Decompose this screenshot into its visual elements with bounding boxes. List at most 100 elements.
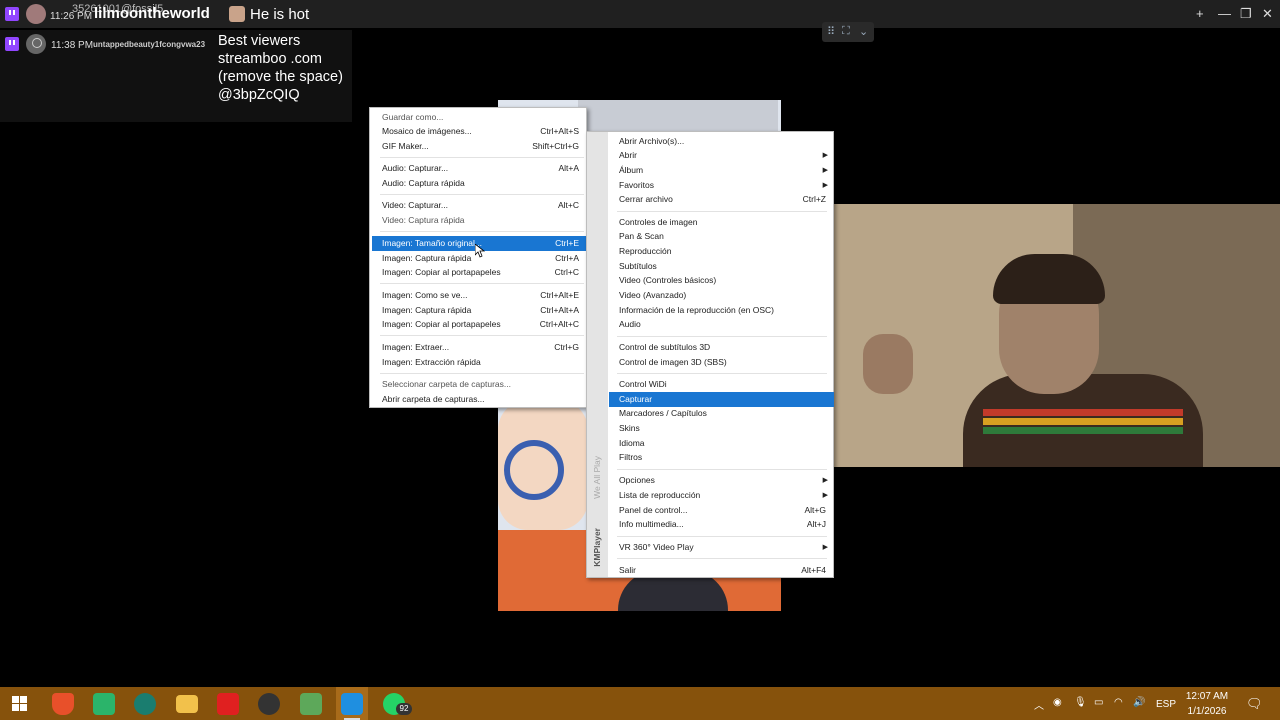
- battery-icon[interactable]: ▭: [1094, 697, 1103, 708]
- menu-item-video-avanzado[interactable]: Video (Avanzado): [609, 288, 834, 303]
- menu-item-imagen-como-se-ve[interactable]: Imagen: Como se ve... Ctrl+Alt+E: [372, 288, 586, 303]
- file-explorer-icon[interactable]: [176, 695, 198, 713]
- menu-item-video-capturar[interactable]: Video: Capturar... Alt+C: [372, 198, 586, 213]
- obs-icon[interactable]: [258, 693, 280, 715]
- menu-separator: [380, 194, 584, 195]
- menu-item-filtros[interactable]: Filtros: [609, 450, 834, 465]
- menu-separator: [380, 157, 584, 158]
- taskbar-clock[interactable]: 12:07 AM 1/1/2026: [1180, 689, 1234, 719]
- grid-icon[interactable]: ⠿: [827, 25, 835, 38]
- menu-item-marcadores[interactable]: Marcadores / Capítulos: [609, 406, 834, 421]
- menu-item-reproduccion[interactable]: Reproducción: [609, 244, 834, 259]
- menu-item-controles-imagen[interactable]: Controles de imagen: [609, 215, 834, 230]
- menu-item-salir[interactable]: Salir Alt+F4: [609, 563, 834, 578]
- close-button[interactable]: ✕: [1262, 6, 1273, 22]
- webcam-shape: [983, 427, 1183, 434]
- menu-item-imagen-extraccion-rapida[interactable]: Imagen: Extracción rápida: [372, 355, 586, 370]
- webcam-shape: [983, 418, 1183, 425]
- kmplayer-logo: KMPlayer We All Play: [588, 456, 608, 592]
- menu-item-abrir[interactable]: Abrir ▶: [609, 148, 834, 163]
- menu-item-subtitulos[interactable]: Subtítulos: [609, 259, 834, 274]
- submenu-arrow-icon: ▶: [822, 182, 828, 189]
- menu-item-imagen-3d[interactable]: Control de imagen 3D (SBS): [609, 355, 834, 370]
- menu-item-seleccionar-carpeta[interactable]: Seleccionar carpeta de capturas...: [372, 377, 586, 392]
- app-icon-red[interactable]: [217, 693, 239, 715]
- menu-item-pan-scan[interactable]: Pan & Scan: [609, 229, 834, 244]
- menu-separator: [380, 283, 584, 284]
- chat-username: lilmoontheworld: [94, 5, 210, 22]
- menu-separator: [380, 231, 584, 232]
- menu-separator: [617, 536, 827, 537]
- twitch-icon: [5, 37, 19, 51]
- submenu-arrow-icon: ▶: [822, 152, 828, 159]
- menu-item-control-widi[interactable]: Control WiDi: [609, 377, 834, 392]
- menu-item-video-basicos[interactable]: Video (Controles básicos): [609, 273, 834, 288]
- menu-item-favoritos[interactable]: Favoritos ▶: [609, 178, 834, 193]
- message-time: 11:26 PM: [50, 11, 93, 22]
- menu-item-subtitulos-3d[interactable]: Control de subtítulos 3D: [609, 340, 834, 355]
- clock-date: 1/1/2026: [1187, 706, 1227, 717]
- menu-item-guardar-como[interactable]: Guardar como...: [372, 110, 586, 125]
- menu-separator: [617, 469, 827, 470]
- menu-item-imagen-captura-rapida-2[interactable]: Imagen: Captura rápida Ctrl+Alt+A: [372, 303, 586, 318]
- menu-item-audio-capturar[interactable]: Audio: Capturar... Alt+A: [372, 161, 586, 176]
- app-icon-teal[interactable]: [134, 693, 156, 715]
- menu-item-opciones[interactable]: Opciones ▶: [609, 473, 834, 488]
- menu-item-capturar[interactable]: Capturar: [609, 392, 834, 407]
- menu-item-audio-rapida[interactable]: Audio: Captura rápida: [372, 176, 586, 191]
- menu-item-gif-maker[interactable]: GIF Maker... Shift+Ctrl+G: [372, 139, 586, 154]
- windows-start-icon[interactable]: [12, 696, 28, 712]
- webcam-feed: [813, 204, 1280, 467]
- brand-text: KMPlayer: [592, 528, 602, 567]
- submenu-arrow-icon: ▶: [822, 492, 828, 499]
- menu-separator: [617, 373, 827, 374]
- kmplayer-taskbar-icon[interactable]: [341, 693, 363, 715]
- menu-item-skins[interactable]: Skins: [609, 421, 834, 436]
- brand-subtext: We All Play: [592, 456, 602, 499]
- menu-item-imagen-copiar[interactable]: Imagen: Copiar al portapapeles Ctrl+C: [372, 265, 586, 280]
- maximize-button[interactable]: ❐: [1240, 6, 1252, 22]
- chevron-up-icon[interactable]: ︿: [1034, 697, 1044, 712]
- menu-item-panel-control[interactable]: Panel de control... Alt+G: [609, 503, 834, 518]
- chat-username: untappedbeauty1fcongvwa23: [93, 40, 206, 49]
- menu-item-imagen-extraer[interactable]: Imagen: Extraer... Ctrl+G: [372, 340, 586, 355]
- mouse-cursor-icon: [475, 244, 485, 258]
- submenu-arrow-icon: ▶: [822, 477, 828, 484]
- top-chat-bar: 35261001@fossil5 11:26 PM lilmoontheworl…: [0, 0, 1280, 28]
- menu-item-lista-reproduccion[interactable]: Lista de reproducción ▶: [609, 488, 834, 503]
- menu-item-info-multimedia[interactable]: Info multimedia... Alt+J: [609, 517, 834, 532]
- submenu-arrow-icon: ▶: [822, 544, 828, 551]
- menu-item-abrir-carpeta[interactable]: Abrir carpeta de capturas...: [372, 392, 586, 407]
- menu-item-vr-360[interactable]: VR 360° Video Play ▶: [609, 540, 834, 555]
- app-icon-green[interactable]: [93, 693, 115, 715]
- overlay-controls[interactable]: ⠿ ⛶ ⌄: [822, 22, 874, 42]
- brave-browser-icon[interactable]: [52, 693, 74, 715]
- app-icon-game[interactable]: [300, 693, 322, 715]
- menu-item-abrir-archivos[interactable]: Abrir Archivo(s)...: [609, 134, 834, 149]
- menu-item-idioma[interactable]: Idioma: [609, 436, 834, 451]
- clock-time: 12:07 AM: [1185, 691, 1229, 702]
- menu-item-video-rapida[interactable]: Video: Captura rápida: [372, 213, 586, 228]
- menu-item-album[interactable]: Álbum ▶: [609, 163, 834, 178]
- minimize-button[interactable]: —: [1218, 6, 1231, 21]
- chat-message: Best viewers streamboo .com (remove the …: [218, 33, 343, 103]
- new-tab-button[interactable]: +: [1196, 6, 1204, 21]
- volume-icon[interactable]: 🔊: [1133, 697, 1145, 708]
- menu-item-mosaico[interactable]: Mosaico de imágenes... Ctrl+Alt+S: [372, 124, 586, 139]
- menu-item-audio[interactable]: Audio: [609, 317, 834, 332]
- webcam-shape: [983, 409, 1183, 416]
- notifications-icon[interactable]: 🗨: [1246, 696, 1263, 712]
- menu-separator: [380, 373, 584, 374]
- microphone-icon[interactable]: 🎙: [1074, 697, 1087, 708]
- chevron-down-icon[interactable]: ⌄: [859, 25, 868, 38]
- menu-item-info-reproduccion[interactable]: Información de la reproducción (en OSC): [609, 303, 834, 318]
- emote-icon: [229, 6, 245, 22]
- app-tray-icon[interactable]: ◉: [1053, 697, 1062, 708]
- fullscreen-icon[interactable]: ⛶: [842, 25, 850, 38]
- language-indicator[interactable]: ESP: [1156, 699, 1176, 710]
- wifi-icon[interactable]: ◠: [1114, 697, 1123, 708]
- menu-item-imagen-copiar-2[interactable]: Imagen: Copiar al portapapeles Ctrl+Alt+C: [372, 317, 586, 332]
- twitch-icon: [5, 7, 19, 21]
- menu-separator: [617, 558, 827, 559]
- menu-item-cerrar-archivo[interactable]: Cerrar archivo Ctrl+Z: [609, 192, 834, 207]
